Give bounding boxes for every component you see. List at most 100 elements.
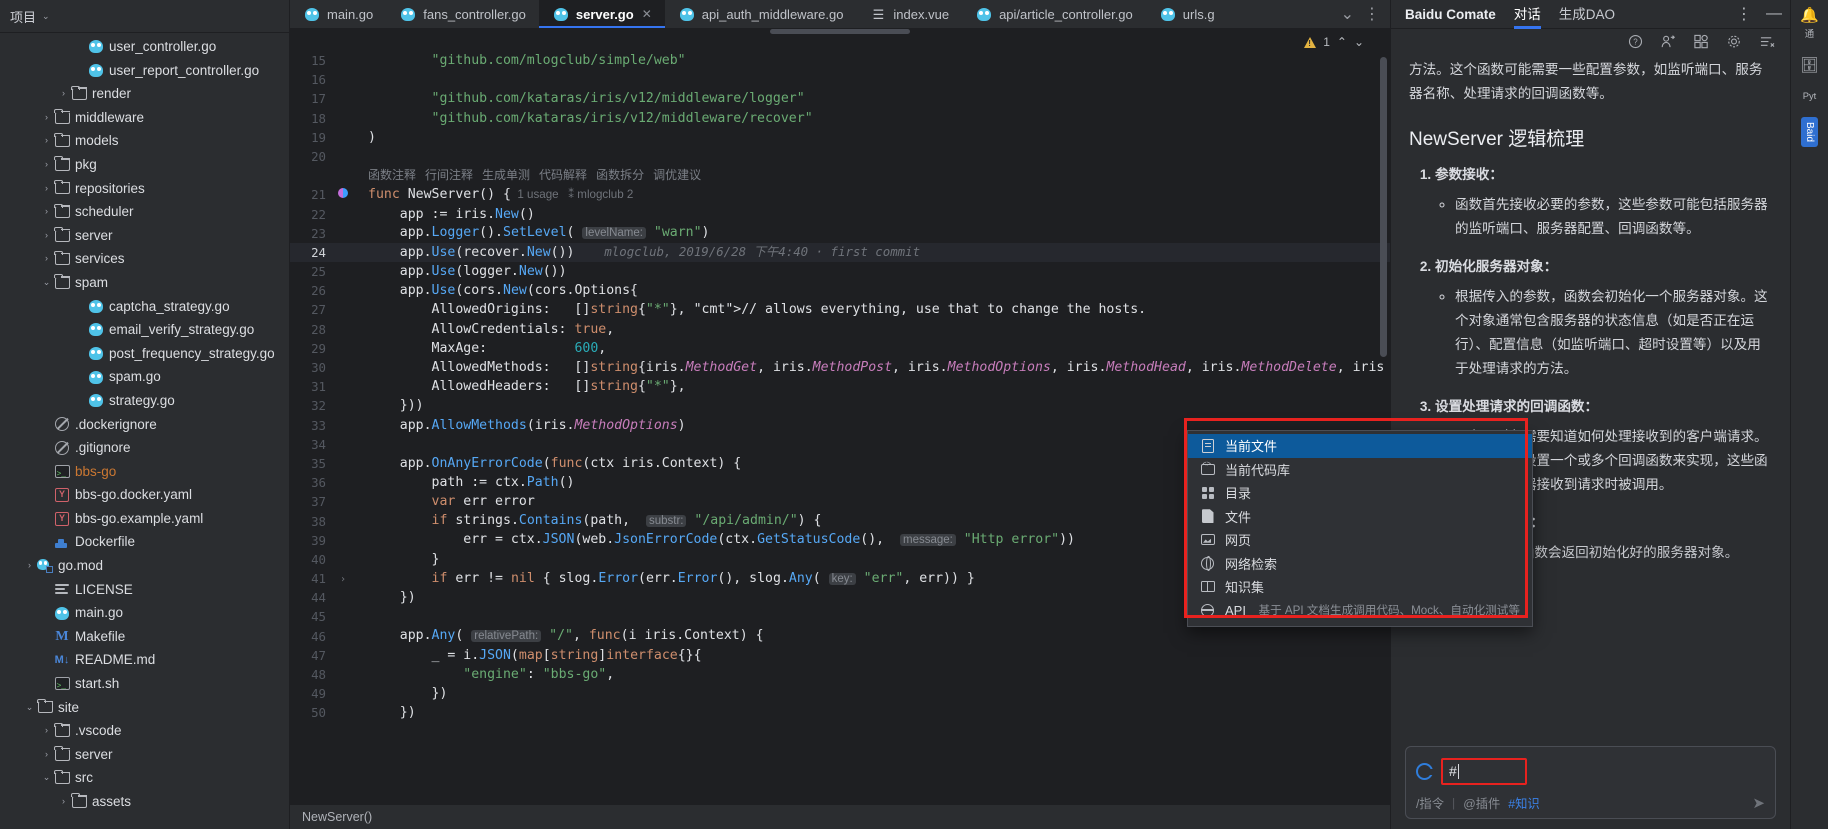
code-line[interactable]: 30 AllowedMethods: []string{iris.MethodG… — [290, 358, 1390, 377]
help-circle-icon[interactable]: ? — [1628, 34, 1643, 54]
code-line[interactable]: 46 app.Any( relativePath: "/", func(i ir… — [290, 627, 1390, 646]
tree-item[interactable]: ›pkg — [0, 153, 289, 177]
tree-item[interactable]: ›models — [0, 129, 289, 153]
tree-item[interactable]: post_frequency_strategy.go — [0, 342, 289, 366]
chevron-right-icon[interactable]: › — [40, 719, 53, 743]
code-line[interactable]: 49 }) — [290, 684, 1390, 703]
tree-item[interactable]: M↓README.md — [0, 648, 289, 672]
tree-item[interactable]: ›render — [0, 82, 289, 106]
editor-tab[interactable]: urls.g — [1146, 0, 1228, 28]
chevron-right-icon[interactable]: › — [57, 790, 70, 814]
code-line[interactable]: 24 app.Use(recover.New()) mlogclub, 2019… — [290, 243, 1390, 262]
chevron-down-icon[interactable]: ⌄ — [23, 696, 36, 720]
chip-plugin[interactable]: @插件 — [1463, 794, 1500, 812]
tree-item[interactable]: user_controller.go — [0, 35, 289, 59]
code-line[interactable]: 48 "engine": "bbs-go", — [290, 665, 1390, 684]
code-line[interactable]: 16 — [290, 70, 1390, 89]
tree-item[interactable]: Ybbs-go.example.yaml — [0, 507, 289, 531]
chevron-down-icon[interactable]: ⌄ — [40, 271, 53, 295]
horizontal-scrollbar[interactable] — [770, 29, 910, 34]
code-line[interactable]: 21func NewServer() { 1 usage ⁑ mlogclub … — [290, 185, 1390, 204]
notifications-tool[interactable]: 🔔 通 — [1800, 6, 1819, 40]
comate-composer[interactable]: # /指令 | @插件 #知识 ➤ — [1405, 746, 1776, 819]
code-line[interactable]: 25 app.Use(logger.New()) — [290, 262, 1390, 281]
tree-item[interactable]: bbs-go — [0, 460, 289, 484]
minimize-icon[interactable]: — — [1766, 5, 1782, 23]
tree-item[interactable]: start.sh — [0, 672, 289, 696]
settings-gear-icon[interactable] — [1726, 34, 1742, 54]
code-line[interactable]: 26 app.Use(cors.New(cors.Options{ — [290, 281, 1390, 300]
tree-item[interactable]: spam.go — [0, 365, 289, 389]
editor-tab[interactable]: main.go — [290, 0, 386, 28]
code-line[interactable]: 28 AllowCredentials: true, — [290, 320, 1390, 339]
chevron-right-icon[interactable]: › — [40, 200, 53, 224]
code-line[interactable]: 27 AllowedOrigins: []string{"*"}, "cmt">… — [290, 300, 1390, 319]
inlay-action[interactable]: 行间注释 — [425, 168, 473, 182]
chevron-right-icon[interactable]: › — [57, 82, 70, 106]
tree-item[interactable]: email_verify_strategy.go — [0, 318, 289, 342]
tree-item[interactable]: ›server — [0, 224, 289, 248]
prev-problem-icon[interactable]: ⌃ — [1337, 35, 1347, 49]
tree-item[interactable]: user_report_controller.go — [0, 59, 289, 83]
project-file-tree[interactable]: user_controller.gouser_report_controller… — [0, 33, 289, 829]
code-line[interactable]: 29 MaxAge: 600, — [290, 339, 1390, 358]
inlay-action-row[interactable]: 函数注释行间注释生成单测代码解释函数拆分调优建议 — [290, 166, 1390, 185]
project-sidebar-header[interactable]: 项目 ⌄ — [0, 0, 289, 33]
share-user-icon[interactable] — [1660, 34, 1676, 54]
more-vertical-icon[interactable]: ⋮ — [1364, 4, 1380, 24]
tree-item[interactable]: ›assets — [0, 790, 289, 814]
code-line[interactable]: 31 AllowedHeaders: []string{"*"}, — [290, 377, 1390, 396]
editor-tab[interactable]: api/article_controller.go — [962, 0, 1146, 28]
code-line[interactable]: 19) — [290, 128, 1390, 147]
tree-item[interactable]: ›server — [0, 743, 289, 767]
code-line[interactable]: 22 app := iris.New() — [290, 205, 1390, 224]
editor-tab[interactable]: ☰index.vue — [856, 0, 962, 28]
chevron-down-icon[interactable]: ⌄ — [1341, 4, 1354, 24]
chevron-down-icon[interactable]: ⌄ — [42, 11, 50, 22]
tab-generate-dao[interactable]: 生成DAO — [1559, 0, 1615, 29]
inlay-action[interactable]: 调优建议 — [653, 168, 701, 182]
tree-item[interactable]: ›go.mod — [0, 554, 289, 578]
tree-item[interactable]: .dockerignore — [0, 413, 289, 437]
tree-item[interactable]: ›scheduler — [0, 200, 289, 224]
comate-rail-badge[interactable]: Baid — [1801, 117, 1818, 147]
code-line[interactable]: 23 app.Logger().SetLevel( levelName: "wa… — [290, 224, 1390, 243]
inlay-action[interactable]: 代码解释 — [539, 168, 587, 182]
editor-tab[interactable]: fans_controller.go — [386, 0, 539, 28]
tree-item[interactable]: ⌄src — [0, 766, 289, 790]
tree-item[interactable]: LICENSE — [0, 578, 289, 602]
tree-item[interactable]: .gitignore — [0, 436, 289, 460]
chevron-right-icon[interactable]: › — [40, 177, 53, 201]
next-problem-icon[interactable]: ⌄ — [1354, 35, 1364, 49]
tree-item[interactable]: ›repositories — [0, 177, 289, 201]
chat-input[interactable]: # — [1441, 758, 1527, 785]
tree-item[interactable]: strategy.go — [0, 389, 289, 413]
chevron-right-icon[interactable]: › — [40, 106, 53, 130]
chevron-right-icon[interactable]: › — [40, 247, 53, 271]
tree-item[interactable]: MMakefile — [0, 625, 289, 649]
chevron-right-icon[interactable]: › — [40, 153, 53, 177]
code-line[interactable]: 18 "github.com/kataras/iris/v12/middlewa… — [290, 109, 1390, 128]
tab-dialogue[interactable]: 对话 — [1514, 0, 1541, 29]
more-vertical-icon[interactable]: ⋮ — [1736, 4, 1752, 24]
chevron-right-icon[interactable]: › — [40, 743, 53, 767]
tree-item[interactable]: ›middleware — [0, 106, 289, 130]
tree-item[interactable]: ⌄site — [0, 696, 289, 720]
chevron-down-icon[interactable]: ⌄ — [40, 766, 53, 790]
code-line[interactable]: 32 })) — [290, 396, 1390, 415]
vertical-scrollbar[interactable] — [1380, 57, 1387, 357]
tree-item[interactable]: Dockerfile — [0, 530, 289, 554]
comate-inlay-actions[interactable]: 函数注释行间注释生成单测代码解释函数拆分调优建议 — [354, 166, 710, 185]
chevron-right-icon[interactable]: › — [40, 129, 53, 153]
editor-body[interactable]: 1 ⌃ ⌄ 15 "github.com/mlogclub/simple/web… — [290, 29, 1390, 804]
tree-item[interactable]: Ybbs-go.docker.yaml — [0, 483, 289, 507]
editor-tab[interactable]: api_auth_middleware.go — [665, 0, 857, 28]
inlay-action[interactable]: 生成单测 — [482, 168, 530, 182]
editor-tabbar[interactable]: main.gofans_controller.goserver.go✕api_a… — [290, 0, 1390, 29]
tree-item[interactable]: main.go — [0, 601, 289, 625]
close-tab-icon[interactable]: ✕ — [642, 7, 652, 21]
comate-conversation[interactable]: 方法。这个函数可能需要一些配置参数，如监听端口、服务器名称、处理请求的回调函数等… — [1391, 58, 1790, 746]
code-line[interactable]: 17 "github.com/kataras/iris/v12/middlewa… — [290, 89, 1390, 108]
chip-knowledge[interactable]: #知识 — [1508, 794, 1539, 812]
tree-item[interactable]: ⌄spam — [0, 271, 289, 295]
